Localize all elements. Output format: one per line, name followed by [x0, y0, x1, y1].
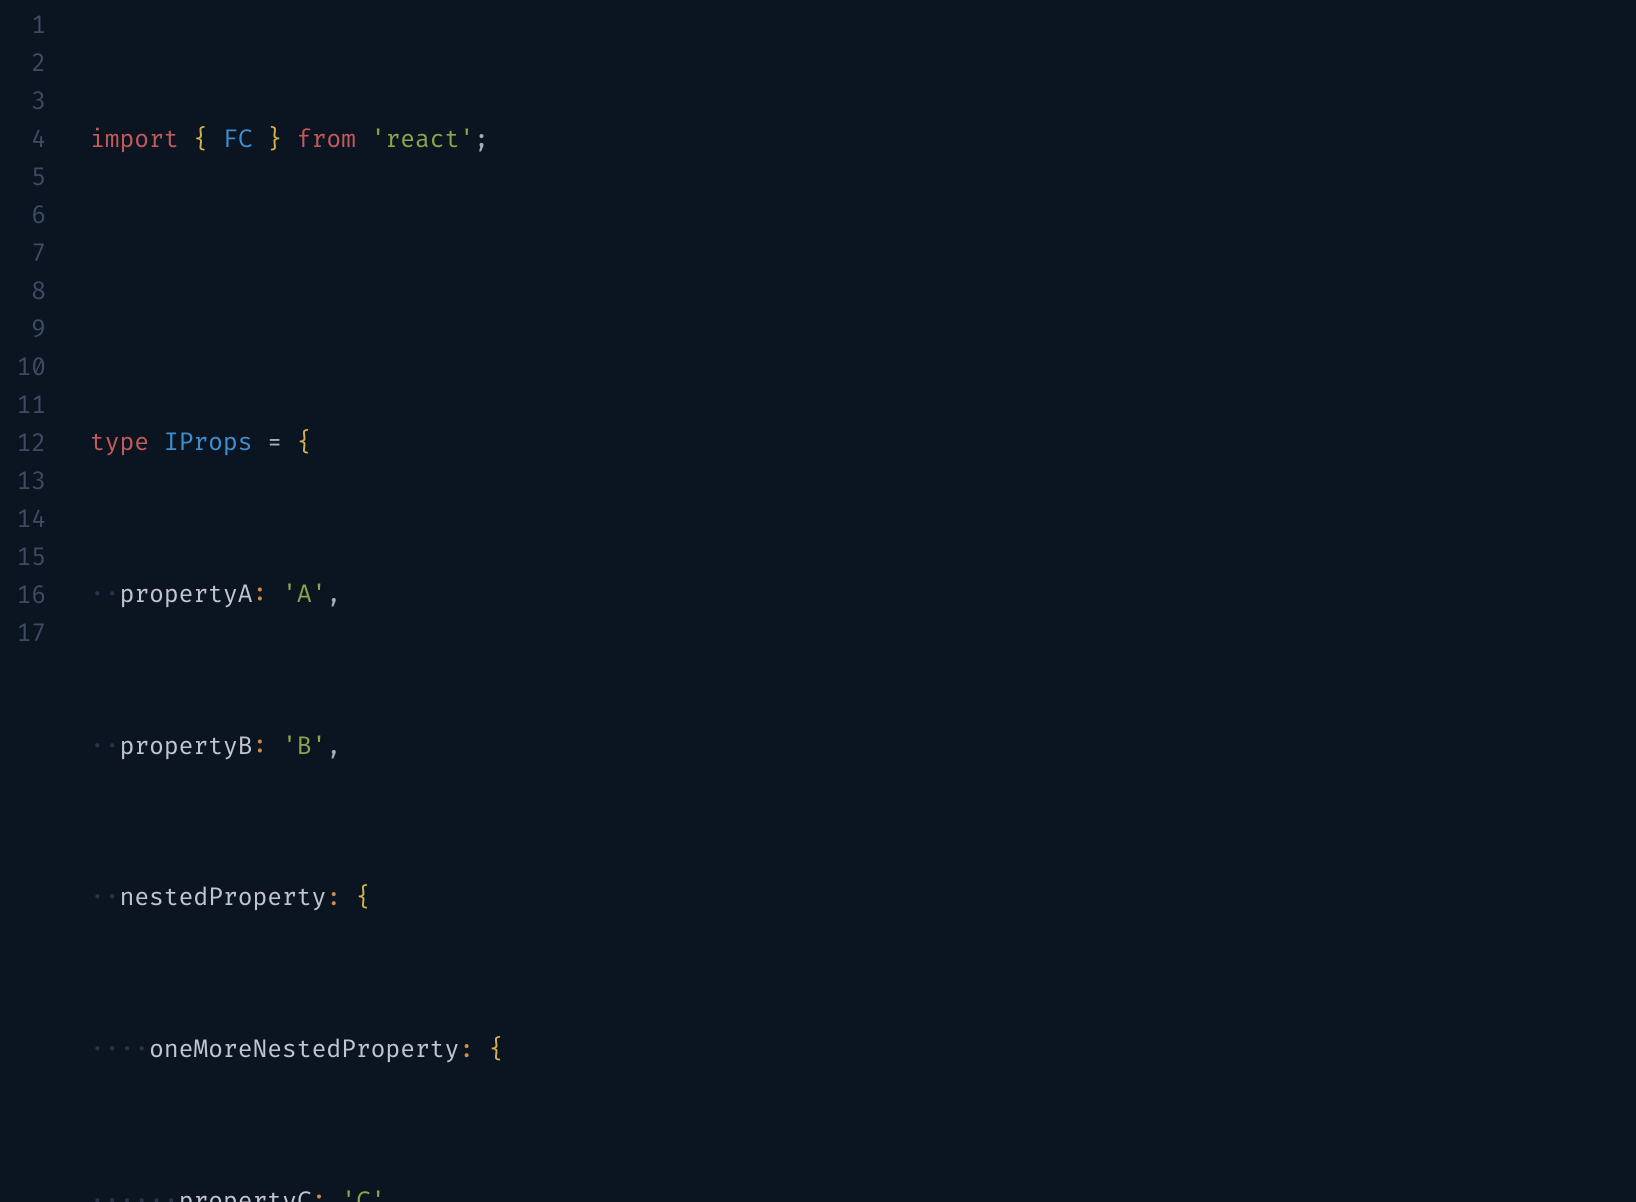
whitespace-dot: · — [90, 733, 105, 762]
brace-open: { — [489, 1036, 504, 1065]
line-number: 9 — [0, 312, 46, 350]
property-b: propertyB — [120, 733, 253, 762]
line-number: 1 — [0, 8, 46, 46]
line-number: 4 — [0, 122, 46, 160]
line-number: 17 — [0, 616, 46, 654]
code-line[interactable]: type IProps = { — [90, 425, 1636, 463]
line-number: 16 — [0, 578, 46, 616]
whitespace-dot: · — [105, 884, 120, 913]
whitespace-dot: · — [90, 884, 105, 913]
code-line[interactable] — [90, 273, 1636, 311]
line-number: 12 — [0, 426, 46, 464]
line-number: 3 — [0, 84, 46, 122]
property-c: propertyC — [179, 1188, 312, 1202]
code-line[interactable]: import { FC } from 'react'; — [90, 122, 1636, 160]
line-number: 7 — [0, 236, 46, 274]
string-c: 'C' — [341, 1188, 385, 1202]
brace-open: { — [297, 429, 312, 458]
whitespace-dot: · — [105, 581, 120, 610]
string-react: 'react' — [371, 126, 474, 155]
keyword-import: import — [90, 126, 179, 155]
whitespace-dot: · — [90, 1036, 105, 1065]
brace-close: } — [267, 126, 282, 155]
property-a: propertyA — [120, 581, 253, 610]
equals: = — [267, 429, 282, 458]
code-line[interactable]: ····oneMoreNestedProperty: { — [90, 1032, 1636, 1070]
brace-open: { — [356, 884, 371, 913]
identifier-fc: FC — [223, 126, 253, 155]
whitespace-dot: · — [134, 1188, 149, 1202]
string-a: 'A' — [282, 581, 326, 610]
line-number: 11 — [0, 388, 46, 426]
comma: , — [326, 733, 341, 762]
colon: : — [326, 884, 341, 913]
semicolon: ; — [474, 126, 489, 155]
line-number: 13 — [0, 464, 46, 502]
whitespace-dot: · — [90, 581, 105, 610]
line-number-gutter: 1 2 3 4 5 6 7 8 9 10 11 12 13 14 15 16 1… — [0, 0, 70, 1202]
property-nested: nestedProperty — [120, 884, 327, 913]
keyword-from: from — [297, 126, 356, 155]
code-line[interactable]: ··propertyB: 'B', — [90, 729, 1636, 767]
line-number: 8 — [0, 274, 46, 312]
whitespace-dot: · — [105, 1036, 120, 1065]
colon: : — [253, 581, 268, 610]
colon: : — [312, 1188, 327, 1202]
whitespace-dot: · — [120, 1036, 135, 1065]
whitespace-dot: · — [105, 1188, 120, 1202]
whitespace-dot: · — [134, 1036, 149, 1065]
whitespace-dot: · — [149, 1188, 164, 1202]
code-line[interactable]: ··propertyA: 'A', — [90, 577, 1636, 615]
property-one-more-nested: oneMoreNestedProperty — [149, 1036, 459, 1065]
comma: , — [386, 1188, 401, 1202]
comma: , — [326, 581, 341, 610]
colon: : — [253, 733, 268, 762]
whitespace-dot: · — [120, 1188, 135, 1202]
code-line[interactable]: ······propertyC: 'C', — [90, 1184, 1636, 1202]
line-number: 10 — [0, 350, 46, 388]
code-editor[interactable]: 1 2 3 4 5 6 7 8 9 10 11 12 13 14 15 16 1… — [0, 0, 1636, 1202]
string-b: 'B' — [282, 733, 326, 762]
line-number: 6 — [0, 198, 46, 236]
code-line[interactable]: ··nestedProperty: { — [90, 880, 1636, 918]
line-number: 15 — [0, 540, 46, 578]
whitespace-dot: · — [105, 733, 120, 762]
line-number: 2 — [0, 46, 46, 84]
line-number: 5 — [0, 160, 46, 198]
colon: : — [459, 1036, 474, 1065]
code-area[interactable]: import { FC } from 'react'; type IProps … — [70, 0, 1636, 1202]
line-number: 14 — [0, 502, 46, 540]
keyword-type: type — [90, 429, 149, 458]
brace-open: { — [193, 126, 208, 155]
whitespace-dot: · — [164, 1188, 179, 1202]
identifier-iprops: IProps — [164, 429, 253, 458]
whitespace-dot: · — [90, 1188, 105, 1202]
